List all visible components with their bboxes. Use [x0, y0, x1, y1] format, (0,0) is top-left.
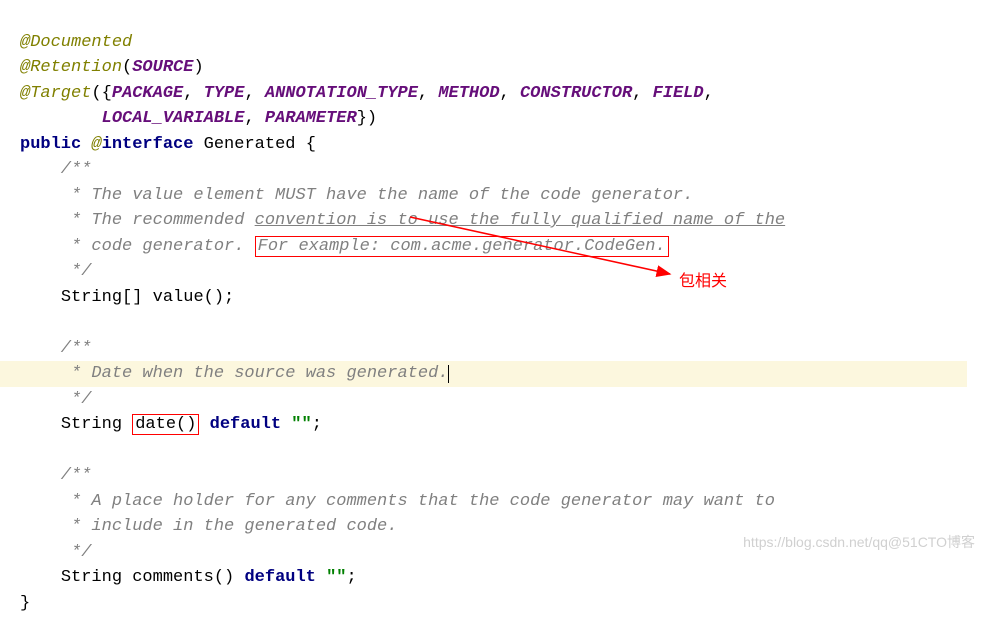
javadoc-line: * include in the generated code. — [20, 517, 397, 536]
boxed-example-text: For example: com.acme.generator.CodeGen. — [255, 236, 669, 257]
method-date: String date() default ""; — [20, 414, 322, 435]
annotation-label: 包相关 — [679, 270, 727, 294]
text-cursor — [448, 365, 449, 383]
boxed-date-method: date() — [132, 414, 199, 435]
javadoc-line-highlighted: * Date when the source was generated. — [0, 361, 967, 387]
javadoc-close: */ — [20, 262, 91, 281]
javadoc-close: */ — [20, 543, 91, 562]
line-close-brace: } — [20, 594, 30, 613]
line-annotation-target: @Target({PACKAGE, TYPE, ANNOTATION_TYPE,… — [20, 84, 714, 103]
method-value: String[] value(); — [20, 288, 234, 307]
javadoc-line: * The value element MUST have the name o… — [20, 186, 693, 205]
line-class-decl: public @interface Generated { — [20, 135, 316, 154]
line-annotation-documented: @Documented — [20, 33, 132, 52]
javadoc-line: * A place holder for any comments that t… — [20, 492, 775, 511]
javadoc-open: /** — [20, 466, 91, 485]
javadoc-open: /** — [20, 339, 91, 358]
javadoc-line: * The recommended convention is to use t… — [20, 211, 785, 230]
line-annotation-retention: @Retention(SOURCE) — [20, 58, 204, 77]
javadoc-line: * code generator. For example: com.acme.… — [20, 236, 669, 257]
javadoc-open: /** — [20, 160, 91, 179]
watermark-text: https://blog.csdn.net/qq@51CTO博客 — [743, 532, 975, 553]
method-comments: String comments() default ""; — [20, 568, 357, 587]
code-editor[interactable]: @Documented @Retention(SOURCE) @Target({… — [0, 0, 987, 620]
javadoc-close: */ — [20, 390, 91, 409]
line-annotation-target-cont: LOCAL_VARIABLE, PARAMETER}) — [20, 109, 377, 128]
